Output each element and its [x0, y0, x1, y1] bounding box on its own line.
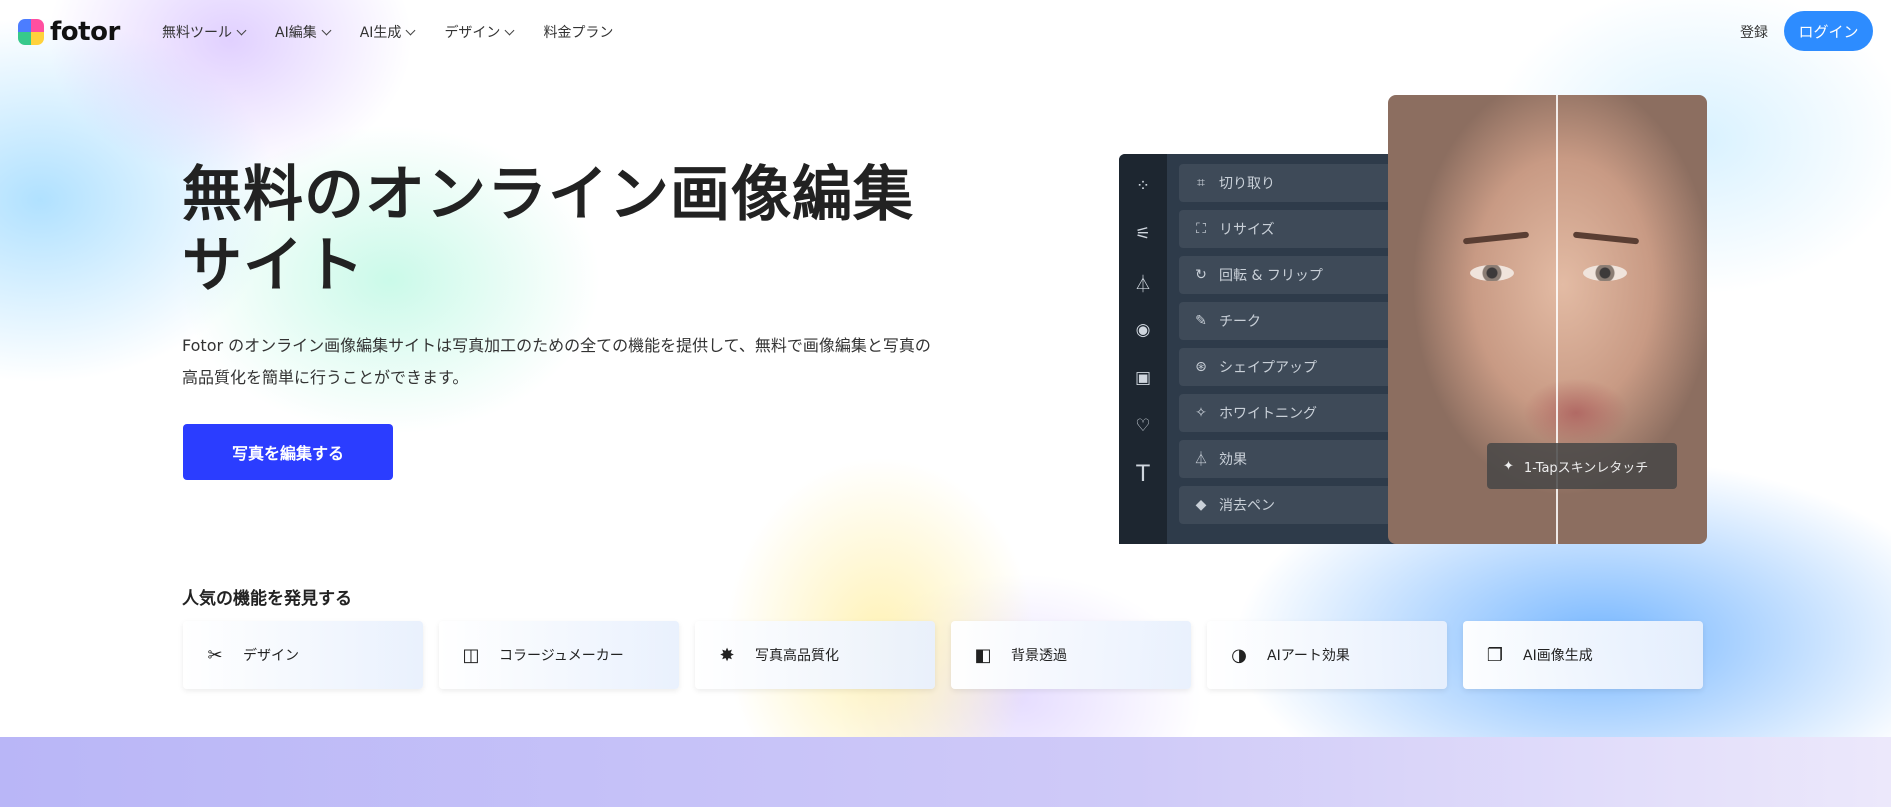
- apps-icon[interactable]: ⁘: [1131, 174, 1155, 198]
- right-eye: [1583, 265, 1627, 281]
- whitening-icon: ✧: [1195, 405, 1207, 421]
- hero-description: Fotor のオンライン画像編集サイトは写真加工のための全ての機能を提供して、無…: [182, 336, 931, 387]
- ai-art-icon: ◑: [1231, 644, 1247, 666]
- collage-icon: ◫: [462, 644, 480, 666]
- menu-item-effects[interactable]: ⏃ 効果: [1179, 440, 1403, 478]
- effects-icon: ⏃: [1194, 452, 1208, 468]
- login-button[interactable]: ログイン: [1784, 11, 1873, 51]
- feature-card-enhance[interactable]: ✸ 写真高品質化: [695, 621, 935, 689]
- nav-free-tools[interactable]: 無料ツール: [162, 22, 247, 42]
- eye-icon[interactable]: ◉: [1131, 318, 1155, 342]
- hero-title-line1: 無料のオンライン画像編集: [182, 160, 914, 230]
- design-tools-icon: ✂: [207, 644, 223, 666]
- menu-item-label: 切り取り: [1219, 176, 1275, 192]
- card-label: デザイン: [243, 648, 299, 664]
- menu-item-label: 消去ペン: [1219, 498, 1275, 514]
- nav-label: AI編集: [275, 25, 317, 41]
- right-brow: [1572, 231, 1640, 245]
- logo-text: fotor: [50, 17, 120, 47]
- card-label: 背景透過: [1011, 648, 1067, 664]
- nav-label: 料金プラン: [543, 25, 614, 41]
- enhance-icon: ✸: [719, 644, 735, 666]
- nav-design[interactable]: デザイン: [444, 22, 515, 42]
- nav-ai-edit[interactable]: AI編集: [275, 22, 332, 42]
- main-nav: 無料ツール AI編集 AI生成 デザイン 料金プラン: [162, 22, 613, 42]
- feature-card-ai-image[interactable]: ❐ AI画像生成: [1463, 621, 1703, 689]
- logo-mark-icon: [18, 19, 44, 45]
- chevron-down-icon: [504, 25, 515, 35]
- hero-title-line2: サイト: [182, 231, 365, 301]
- chevron-down-icon: [405, 25, 416, 35]
- ai-image-icon: ❐: [1486, 644, 1504, 666]
- menu-item-crop[interactable]: ⌗ 切り取り: [1179, 164, 1403, 202]
- nav-pricing[interactable]: 料金プラン: [543, 22, 613, 42]
- left-brow: [1462, 231, 1530, 245]
- eraser-icon: ◆: [1195, 497, 1207, 513]
- menu-item-label: 回転 & フリップ: [1219, 268, 1323, 284]
- editor-preview: ⁘ ⚟ ⏃ ◉ ▣ ♡ T ⌗ 切り取り ⛶ リサイズ ↻ 回転 & フリップ …: [1119, 154, 1403, 544]
- card-label: コラージュメーカー: [499, 648, 624, 664]
- nav-label: デザイン: [444, 25, 501, 41]
- crop-icon: ⌗: [1197, 175, 1205, 191]
- blush-icon: ✎: [1195, 313, 1207, 329]
- menu-item-blush[interactable]: ✎ チーク: [1179, 302, 1403, 340]
- sparkle-icon: ✦: [1503, 458, 1514, 474]
- features-title: 人気の機能を発見する: [182, 589, 352, 609]
- menu-item-label: リサイズ: [1219, 222, 1275, 238]
- one-tap-retouch-badge[interactable]: ✦ 1-Tapスキンレタッチ: [1487, 443, 1677, 489]
- menu-item-label: ホワイトニング: [1219, 406, 1317, 422]
- before-after-portrait: ✦ 1-Tapスキンレタッチ: [1388, 95, 1707, 544]
- tool-rail: ⁘ ⚟ ⏃ ◉ ▣ ♡ T: [1119, 154, 1167, 544]
- feature-card-collage[interactable]: ◫ コラージュメーカー: [439, 621, 679, 689]
- text-icon[interactable]: T: [1131, 462, 1155, 487]
- edit-menu-list: ⌗ 切り取り ⛶ リサイズ ↻ 回転 & フリップ ✎ チーク ⊛ シェイプアッ…: [1179, 164, 1403, 532]
- elements-icon[interactable]: ♡: [1131, 414, 1155, 438]
- menu-item-resize[interactable]: ⛶ リサイズ: [1179, 210, 1403, 248]
- sliders-icon[interactable]: ⚟: [1131, 222, 1155, 246]
- hero-title: 無料のオンライン画像編集 サイト: [182, 160, 942, 302]
- edit-photo-button[interactable]: 写真を編集する: [183, 424, 393, 480]
- menu-item-label: シェイプアップ: [1219, 360, 1317, 376]
- reshape-icon: ⊛: [1195, 359, 1207, 375]
- menu-item-eraser[interactable]: ◆ 消去ペン: [1179, 486, 1403, 524]
- top-header: fotor 無料ツール AI編集 AI生成 デザイン 料金プラン 登録 ログイン: [0, 0, 1891, 62]
- bottom-band: [0, 737, 1891, 807]
- chevron-down-icon: [236, 25, 247, 35]
- tap-label: 1-Tapスキンレタッチ: [1523, 460, 1649, 476]
- card-label: AI画像生成: [1523, 648, 1593, 664]
- nav-label: AI生成: [359, 25, 402, 41]
- fotor-logo[interactable]: fotor: [18, 17, 120, 47]
- frame-icon[interactable]: ▣: [1131, 366, 1155, 390]
- background-remover-icon: ◧: [974, 644, 992, 666]
- menu-item-reshape[interactable]: ⊛ シェイプアップ: [1179, 348, 1403, 386]
- nav-ai-generate[interactable]: AI生成: [359, 22, 416, 42]
- rotate-icon: ↻: [1195, 267, 1207, 283]
- card-label: 写真高品質化: [755, 648, 839, 664]
- feature-card-bg-remove[interactable]: ◧ 背景透過: [951, 621, 1191, 689]
- feature-card-ai-art[interactable]: ◑ AIアート効果: [1207, 621, 1447, 689]
- chevron-down-icon: [321, 25, 332, 35]
- menu-item-label: チーク: [1219, 314, 1261, 330]
- nav-label: 無料ツール: [162, 25, 232, 41]
- feature-cards: ✂ デザイン ◫ コラージュメーカー ✸ 写真高品質化 ◧ 背景透過 ◑ AIア…: [183, 621, 1703, 689]
- resize-icon: ⛶: [1196, 221, 1206, 237]
- card-label: AIアート効果: [1267, 648, 1350, 664]
- menu-item-label: 効果: [1219, 452, 1247, 468]
- feature-card-design[interactable]: ✂ デザイン: [183, 621, 423, 689]
- menu-item-rotate[interactable]: ↻ 回転 & フリップ: [1179, 256, 1403, 294]
- menu-item-whitening[interactable]: ✧ ホワイトニング: [1179, 394, 1403, 432]
- flask-icon[interactable]: ⏃: [1131, 270, 1155, 295]
- left-eye: [1470, 265, 1514, 281]
- register-link[interactable]: 登録: [1740, 22, 1768, 42]
